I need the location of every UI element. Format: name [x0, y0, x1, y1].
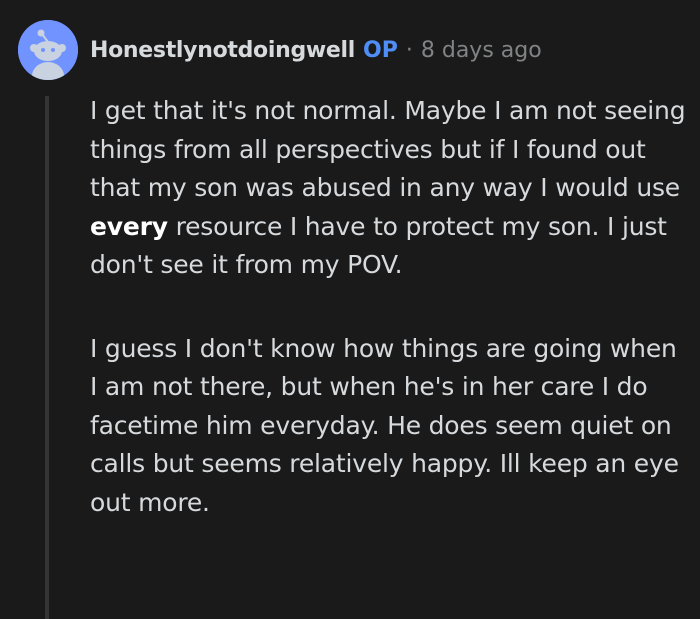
comment-paragraph-1: I get that it's not normal. Maybe I am n… — [90, 92, 690, 285]
comment-timestamp[interactable]: 8 days ago — [421, 38, 542, 63]
comment-body: I get that it's not normal. Maybe I am n… — [90, 92, 690, 522]
op-badge: OP — [363, 37, 398, 63]
bold-emphasis: every — [90, 211, 168, 241]
comment-paragraph-2: I guess I don't know how things are goin… — [90, 333, 679, 517]
meta-separator: · — [405, 37, 413, 63]
snoo-avatar-icon[interactable] — [18, 20, 78, 80]
paragraph-1-text-start: I get that it's not normal. Maybe I am n… — [90, 96, 686, 202]
comment-meta: Honestlynotdoingwell OP · 8 days ago — [90, 34, 542, 66]
paragraph-1-text-end: resource I have to protect my son. I jus… — [90, 211, 667, 280]
username-link[interactable]: Honestlynotdoingwell — [90, 38, 355, 63]
thread-line[interactable] — [45, 96, 49, 619]
comment: Honestlynotdoingwell OP · 8 days ago I g… — [0, 0, 700, 619]
